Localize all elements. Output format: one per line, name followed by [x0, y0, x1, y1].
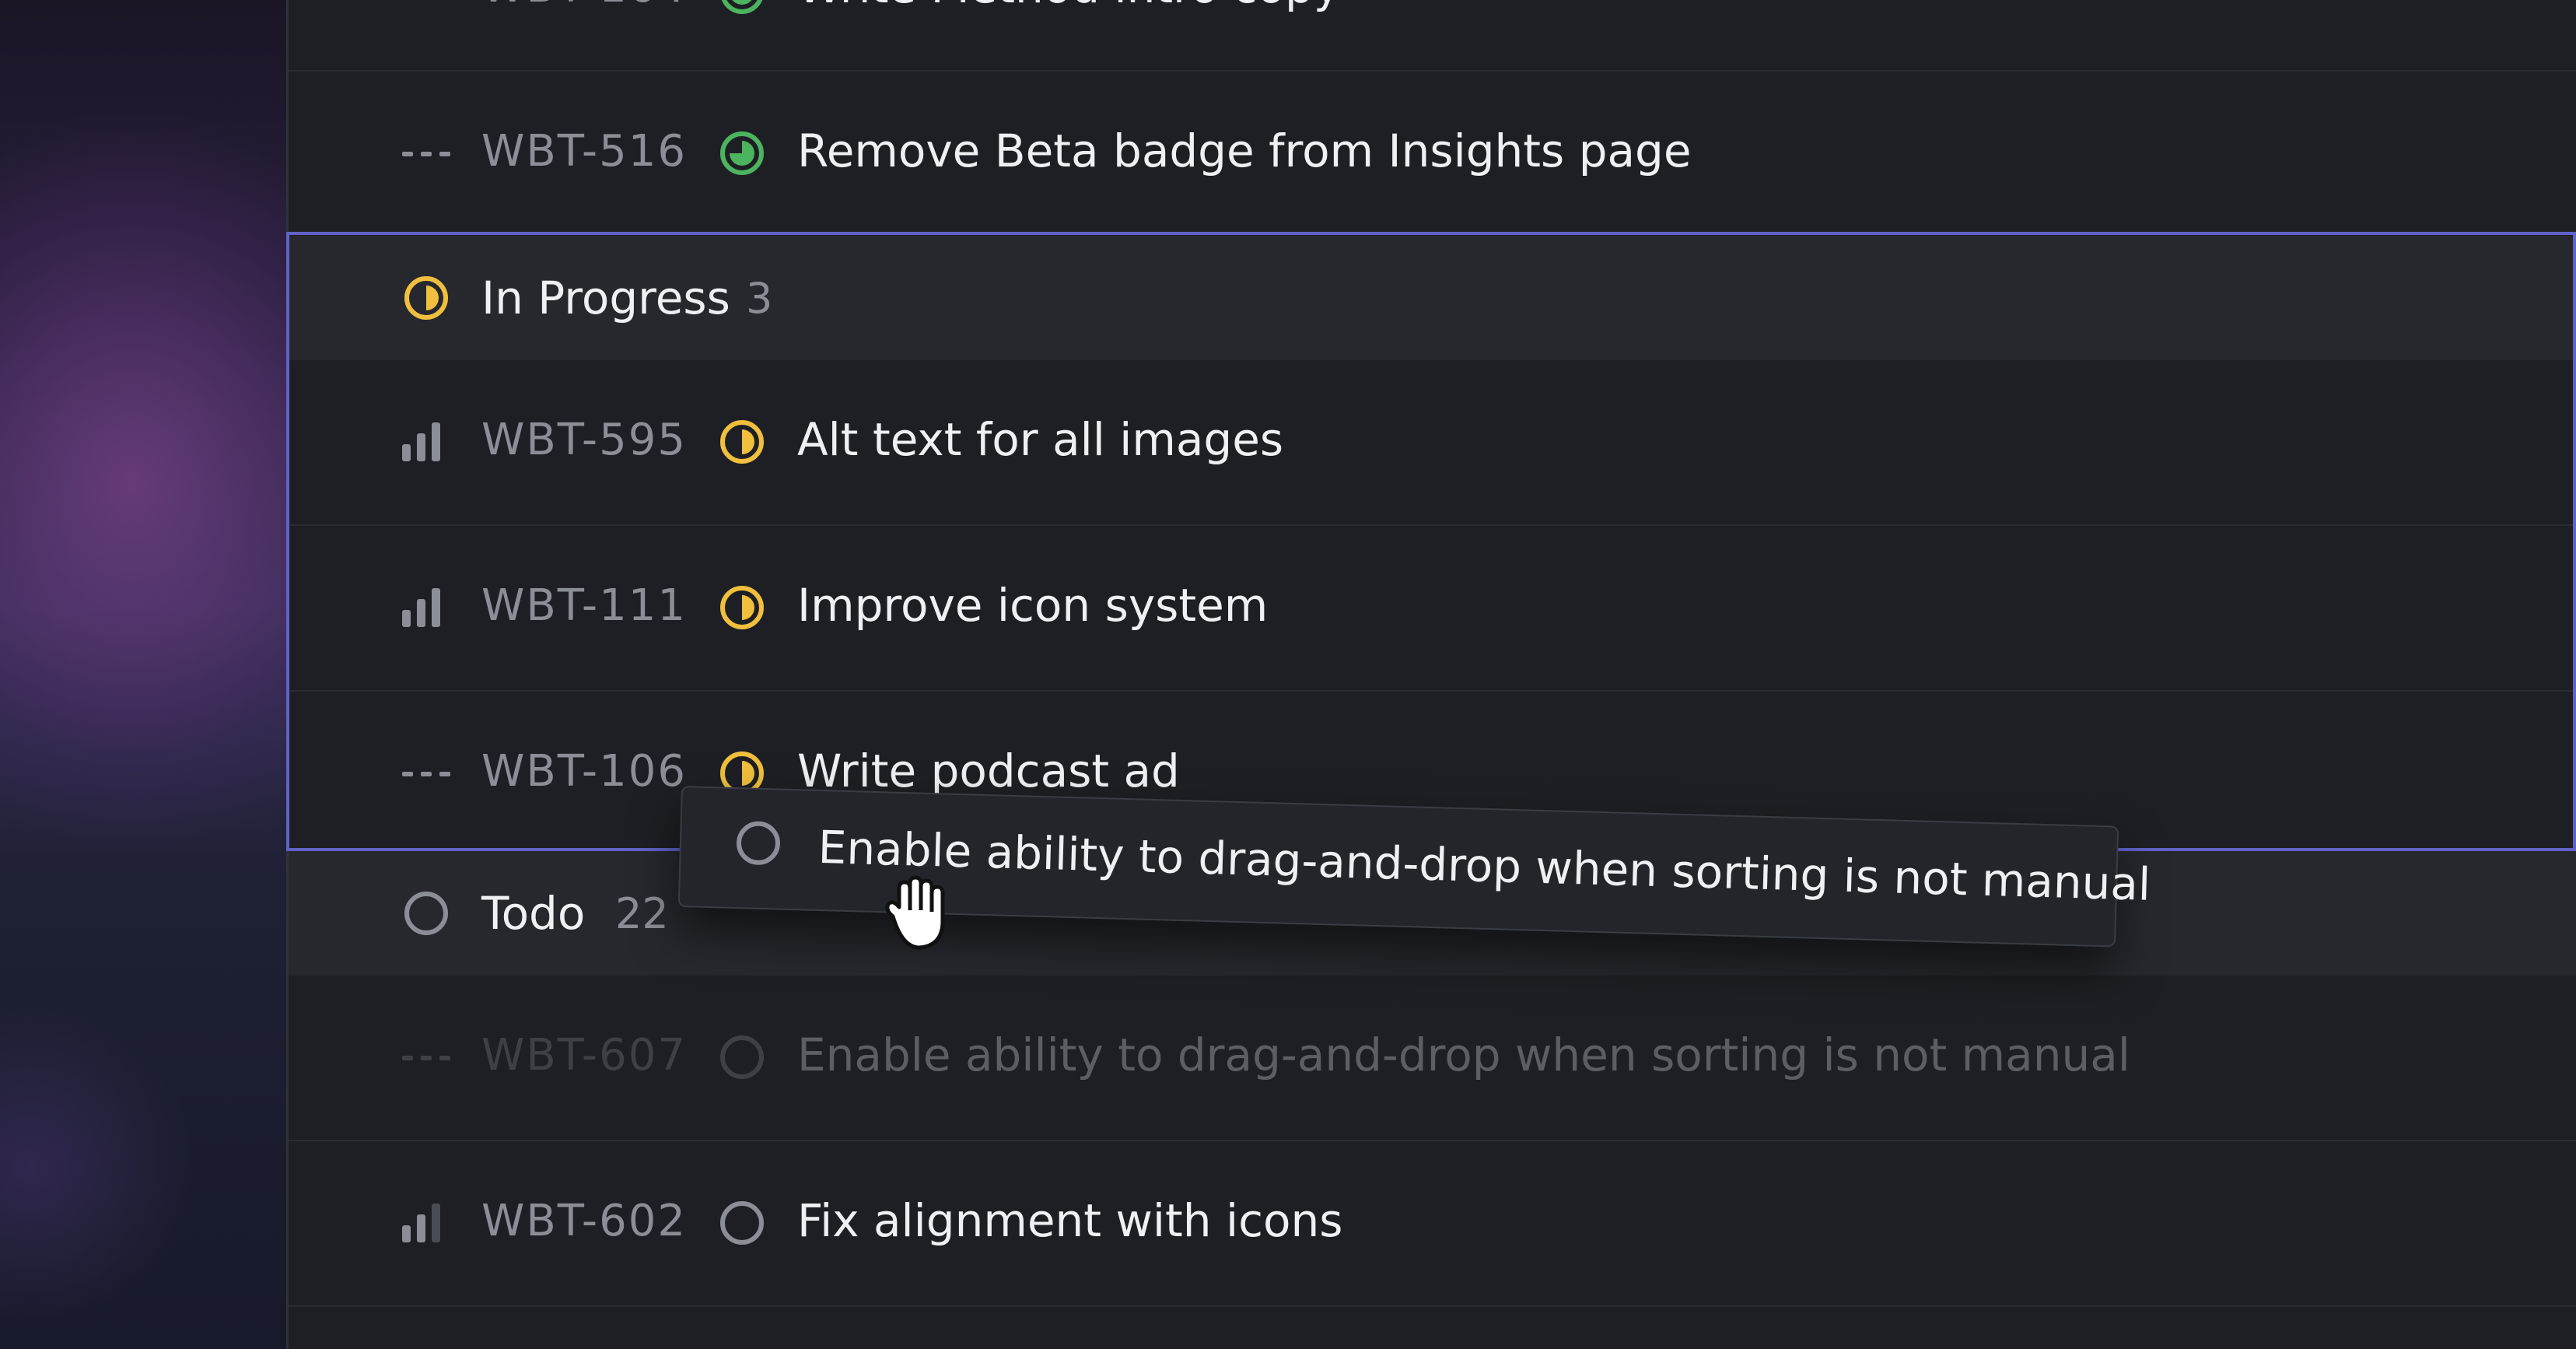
high-priority-icon [402, 588, 450, 627]
issue-row[interactable]: WBT-164 Write Method intro copy [289, 0, 2576, 72]
issue-id: WBT-106 [481, 746, 687, 797]
issue-row[interactable]: WBT-111 Improve icon system [289, 526, 2576, 692]
issue-title[interactable]: Improve icon system [797, 579, 1268, 632]
group-header-in-progress[interactable]: In Progress 3 [289, 236, 2576, 360]
no-priority-icon [402, 770, 450, 778]
background-gradient [0, 0, 286, 1349]
grab-hand-icon [885, 875, 945, 950]
in-progress-icon [404, 276, 448, 320]
no-priority-icon [402, 150, 450, 158]
issue-row[interactable]: WBT-602 Fix alignment with icons [289, 1141, 2576, 1307]
todo-status-icon[interactable] [718, 1199, 766, 1247]
issue-title[interactable]: Write podcast ad [797, 745, 1180, 797]
issue-row-drag-placeholder: WBT-607 Enable ability to drag-and-drop … [289, 976, 2576, 1141]
in-progress-status-icon[interactable] [718, 583, 766, 632]
issue-id: WBT-516 [481, 126, 687, 177]
in-progress-status-icon[interactable] [718, 418, 766, 466]
done-status-icon[interactable] [718, 129, 766, 177]
issue-title[interactable]: Write Method intro copy [797, 0, 1340, 13]
group-label: In Progress [481, 272, 730, 324]
high-priority-icon [402, 422, 450, 461]
todo-circle-icon [404, 892, 448, 935]
issue-id: WBT-607 [481, 1030, 687, 1081]
group-label: Todo [481, 887, 586, 940]
issue-id: WBT-164 [481, 0, 687, 12]
todo-status-icon [736, 821, 780, 865]
issue-id: WBT-111 [481, 580, 687, 631]
group-count: 3 [746, 274, 773, 323]
no-priority-icon [402, 1054, 450, 1062]
issue-row[interactable]: WBT-516 Remove Beta badge from Insights … [289, 72, 2576, 237]
issue-title[interactable]: Alt text for all images [797, 413, 1283, 466]
issue-list-panel: WBT-164 Write Method intro copy WBT-516 … [286, 0, 2576, 1349]
todo-status-icon [720, 1035, 764, 1079]
dragged-issue-title: Enable ability to drag-and-drop when sor… [817, 820, 2152, 911]
issue-row[interactable]: WBT-595 Alt text for all images [289, 360, 2576, 526]
done-status-icon[interactable] [718, 0, 766, 16]
issue-title[interactable]: Remove Beta badge from Insights page [797, 124, 1692, 177]
issue-title: Enable ability to drag-and-drop when sor… [797, 1028, 2130, 1081]
group-count: 22 [615, 889, 669, 938]
issue-id: WBT-595 [481, 415, 687, 465]
issue-title[interactable]: Fix alignment with icons [797, 1194, 1342, 1247]
medium-priority-icon [402, 1204, 450, 1242]
issue-id: WBT-602 [481, 1196, 687, 1246]
